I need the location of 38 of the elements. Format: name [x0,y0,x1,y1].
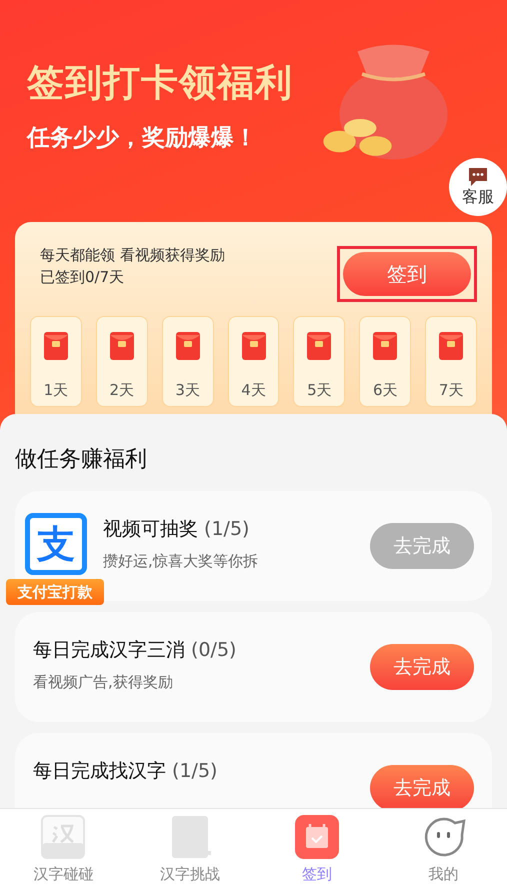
customer-service-label: 客服 [462,186,494,208]
tab[interactable]: 汉字碰碰 [0,809,127,890]
tab[interactable]: 签到 [254,809,380,890]
envelope-icon [108,331,135,361]
envelope-icon [42,331,69,361]
day-label: 1天 [44,381,68,400]
calendar-icon [294,815,339,859]
complete-button[interactable]: 去完成 [370,644,474,690]
day-label: 4天 [241,381,266,400]
banner-title: 签到打卡领福利 [27,60,293,106]
signed-days-text: 已签到0/7天 [40,267,126,288]
han-tile-icon [41,815,86,859]
envelope-icon [438,331,464,361]
signin-hint: 每天都能领 看视频获得奖励 [40,245,225,266]
tab[interactable]: 汉字挑战 [126,809,254,890]
envelope-icon [174,331,201,361]
promo-badge[interactable]: 支付宝打款 [6,579,104,605]
alipay-logo[interactable]: 支 [25,513,87,575]
task-title: 每日完成找汉字 (1/5) [33,759,218,784]
banner-subtitle: 任务少少，奖励爆爆！ [27,124,258,153]
day-label: 2天 [110,381,134,400]
task-description: 攒好运,惊喜大奖等你拆 [103,552,258,571]
envelope-icon [240,331,266,361]
day-label: 3天 [175,381,200,400]
day-label: 5天 [307,381,332,400]
customer-service-button[interactable]: 客服 [449,158,507,216]
envelope-icon [372,331,398,361]
signin-button[interactable]: 签到 [343,252,471,296]
tasks-heading: 做任务赚福利 [15,446,148,474]
tab[interactable]: 我的 [380,809,507,890]
task-title: 每日完成汉字三消 (0/5) [33,638,236,663]
day-label: 7天 [438,381,464,400]
complete-button[interactable]: 去完成 [370,765,474,808]
chat-icon [467,166,489,186]
task-title: 视频可抽奖 (1/5) [103,517,250,542]
task-description: 看视频广告,获得奖励 [33,673,174,692]
envelope-icon [306,331,332,361]
day-label: 6天 [372,381,398,400]
